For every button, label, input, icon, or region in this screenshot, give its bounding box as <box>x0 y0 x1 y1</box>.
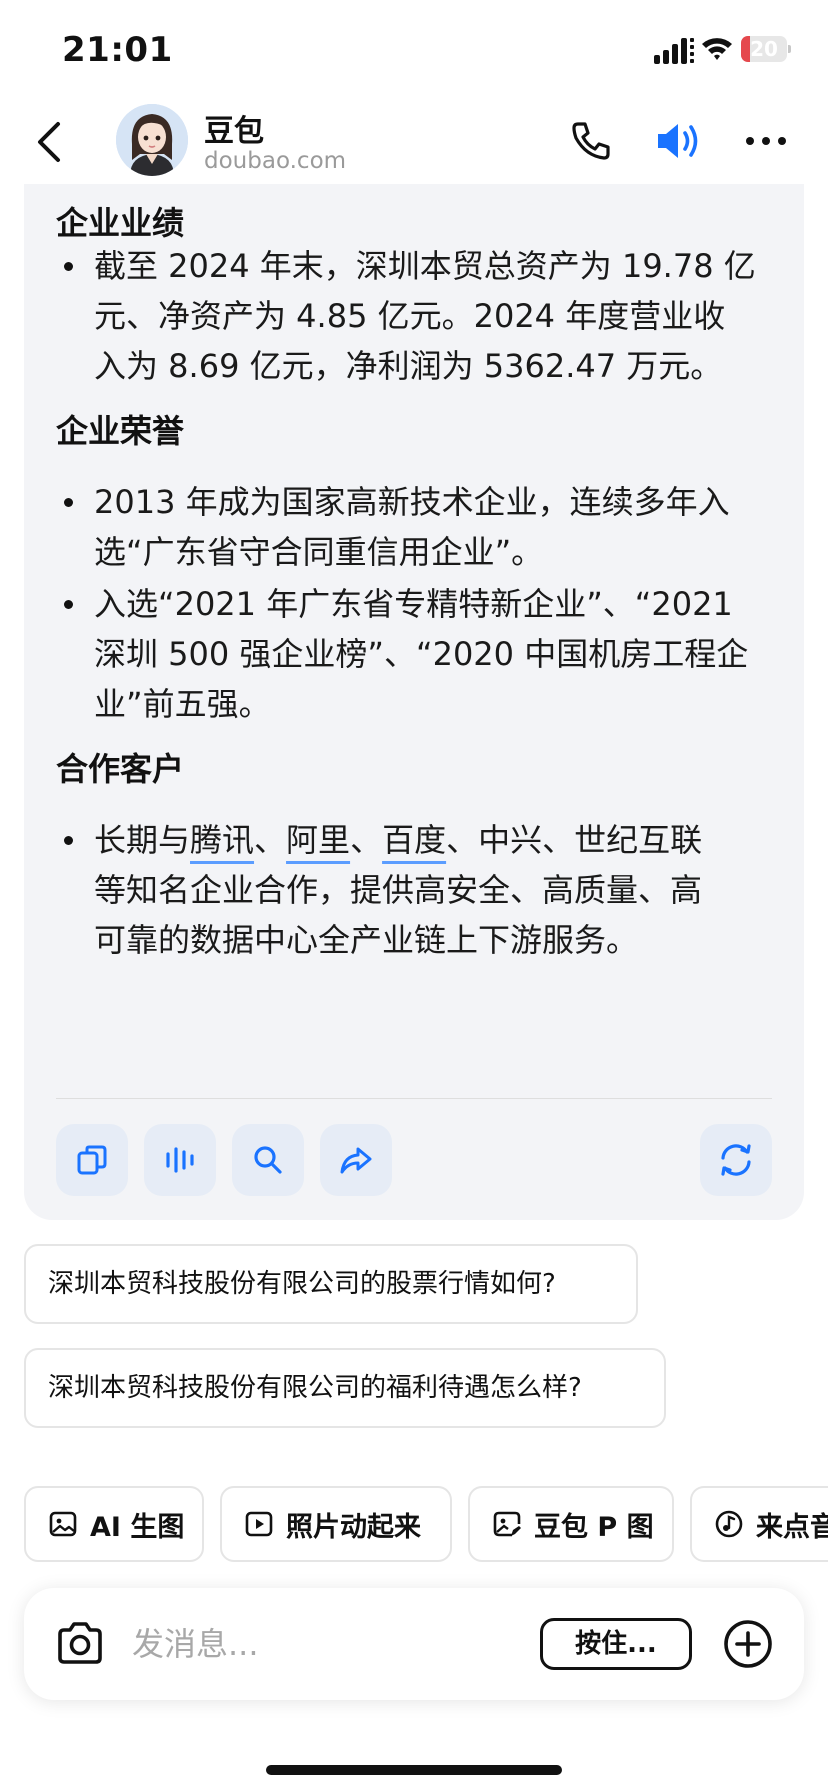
regenerate-button[interactable] <box>700 1124 772 1196</box>
bot-domain: doubao.com <box>204 148 347 174</box>
more-icon[interactable] <box>744 134 788 148</box>
bullet-dot <box>64 262 73 271</box>
voice-playback-button[interactable] <box>144 1124 216 1196</box>
text-line: 入为 8.69 亿元，净利润为 5362.47 万元。 <box>94 347 723 385</box>
phone-icon[interactable] <box>568 118 614 164</box>
text-line: 业”前五强。 <box>94 685 271 723</box>
hold-to-talk-button[interactable]: 按住... <box>540 1618 692 1670</box>
shortcut-label: 豆包 P 图 <box>534 1511 654 1543</box>
regenerate-icon <box>721 1144 751 1176</box>
clients-bullet: 长期与腾讯、阿里、百度、中兴、世纪互联 等知名企业合作，提供高安全、高质量、高 … <box>94 815 794 965</box>
link-baidu[interactable]: 百度 <box>382 821 446 859</box>
text-line: 2013 年成为国家高新技术企业，连续多年入 <box>94 483 730 521</box>
shortcut-edit-image[interactable]: 豆包 P 图 <box>468 1486 674 1562</box>
assistant-message: 企业业绩 截至 2024 年末，深圳本贸总资产为 19.78 亿 元、净资产为 … <box>24 184 804 1220</box>
avatar-image <box>116 104 188 176</box>
text-line: 截至 2024 年末，深圳本贸总资产为 19.78 亿 <box>94 247 756 285</box>
search-button[interactable] <box>232 1124 304 1196</box>
message-input[interactable] <box>132 1616 532 1672</box>
input-bar: 按住... <box>24 1588 804 1700</box>
voice-icon <box>166 1147 194 1173</box>
text-fragment: 长期与 <box>94 821 191 859</box>
bullet-dot <box>64 498 73 507</box>
bot-avatar[interactable] <box>116 104 188 176</box>
battery-level: 20 <box>750 37 778 61</box>
text-line: 选“广东省守合同重信用企业”。 <box>94 533 544 571</box>
honors-bullet-2: 入选“2021 年广东省专精特新企业”、“2021 深圳 500 强企业榜”、“… <box>94 579 794 729</box>
battery-body: 20 <box>741 36 787 62</box>
text-line: 长期与腾讯、阿里、百度、中兴、世纪互联 <box>94 815 794 865</box>
music-icon <box>715 1510 743 1538</box>
bot-name: 豆包 <box>204 114 264 149</box>
text-line: 深圳 500 强企业榜”、“2020 中国机房工程企 <box>94 635 749 673</box>
bullet-dot <box>64 600 73 609</box>
edit-image-icon <box>493 1511 521 1537</box>
share-button[interactable] <box>320 1124 392 1196</box>
copy-button[interactable] <box>56 1124 128 1196</box>
status-time: 21:01 <box>62 30 173 70</box>
text-fragment: 、 <box>254 821 287 859</box>
image-icon <box>49 1511 77 1537</box>
play-icon <box>245 1511 273 1537</box>
honors-bullet-1: 2013 年成为国家高新技术企业，连续多年入 选“广东省守合同重信用企业”。 <box>94 477 794 577</box>
shortcut-label: 来点音 <box>756 1511 828 1543</box>
performance-bullet: 截至 2024 年末，深圳本贸总资产为 19.78 亿 元、净资产为 4.85 … <box>94 241 794 391</box>
section-title-honors: 企业荣誉 <box>56 412 185 450</box>
text-line: 等知名企业合作，提供高安全、高质量、高 <box>94 871 703 909</box>
plus-icon[interactable] <box>722 1618 774 1670</box>
link-alibaba[interactable]: 阿里 <box>286 821 350 859</box>
share-icon <box>340 1147 372 1174</box>
suggestion-stock[interactable]: 深圳本贸科技股份有限公司的股票行情如何? <box>24 1244 638 1324</box>
link-tencent[interactable]: 腾讯 <box>190 821 254 859</box>
text-fragment: 、中兴、世纪互联 <box>446 821 703 859</box>
bullet-dot <box>64 836 73 845</box>
shortcut-animate-photo[interactable]: 照片动起来 <box>220 1486 452 1562</box>
search-icon <box>254 1146 282 1174</box>
shortcut-music[interactable]: 来点音 <box>690 1486 828 1562</box>
camera-icon[interactable] <box>54 1618 106 1670</box>
text-line: 入选“2021 年广东省专精特新企业”、“2021 <box>94 585 733 623</box>
copy-icon <box>77 1145 107 1175</box>
text-line: 元、净资产为 4.85 亿元。2024 年度营业收 <box>94 297 726 335</box>
shortcut-ai-image[interactable]: AI 生图 <box>24 1486 204 1562</box>
battery-indicator: 20 <box>741 36 791 62</box>
shortcut-label: 照片动起来 <box>286 1511 421 1543</box>
battery-cap <box>788 45 791 53</box>
suggestion-benefits[interactable]: 深圳本贸科技股份有限公司的福利待遇怎么样? <box>24 1348 666 1428</box>
section-title-performance: 企业业绩 <box>56 204 185 242</box>
home-indicator <box>266 1765 562 1775</box>
card-divider <box>56 1098 772 1099</box>
speaker-icon[interactable] <box>654 118 704 164</box>
wifi-icon <box>702 38 732 60</box>
shortcut-label: AI 生图 <box>90 1511 185 1543</box>
section-title-clients: 合作客户 <box>56 750 185 788</box>
text-line: 可靠的数据中心全产业链上下游服务。 <box>94 921 639 959</box>
chat-header: 豆包 doubao.com <box>0 100 828 184</box>
text-fragment: 、 <box>350 821 383 859</box>
back-icon[interactable] <box>30 118 70 166</box>
signal-icon <box>654 38 694 64</box>
status-bar: 21:01 20 <box>0 0 828 100</box>
